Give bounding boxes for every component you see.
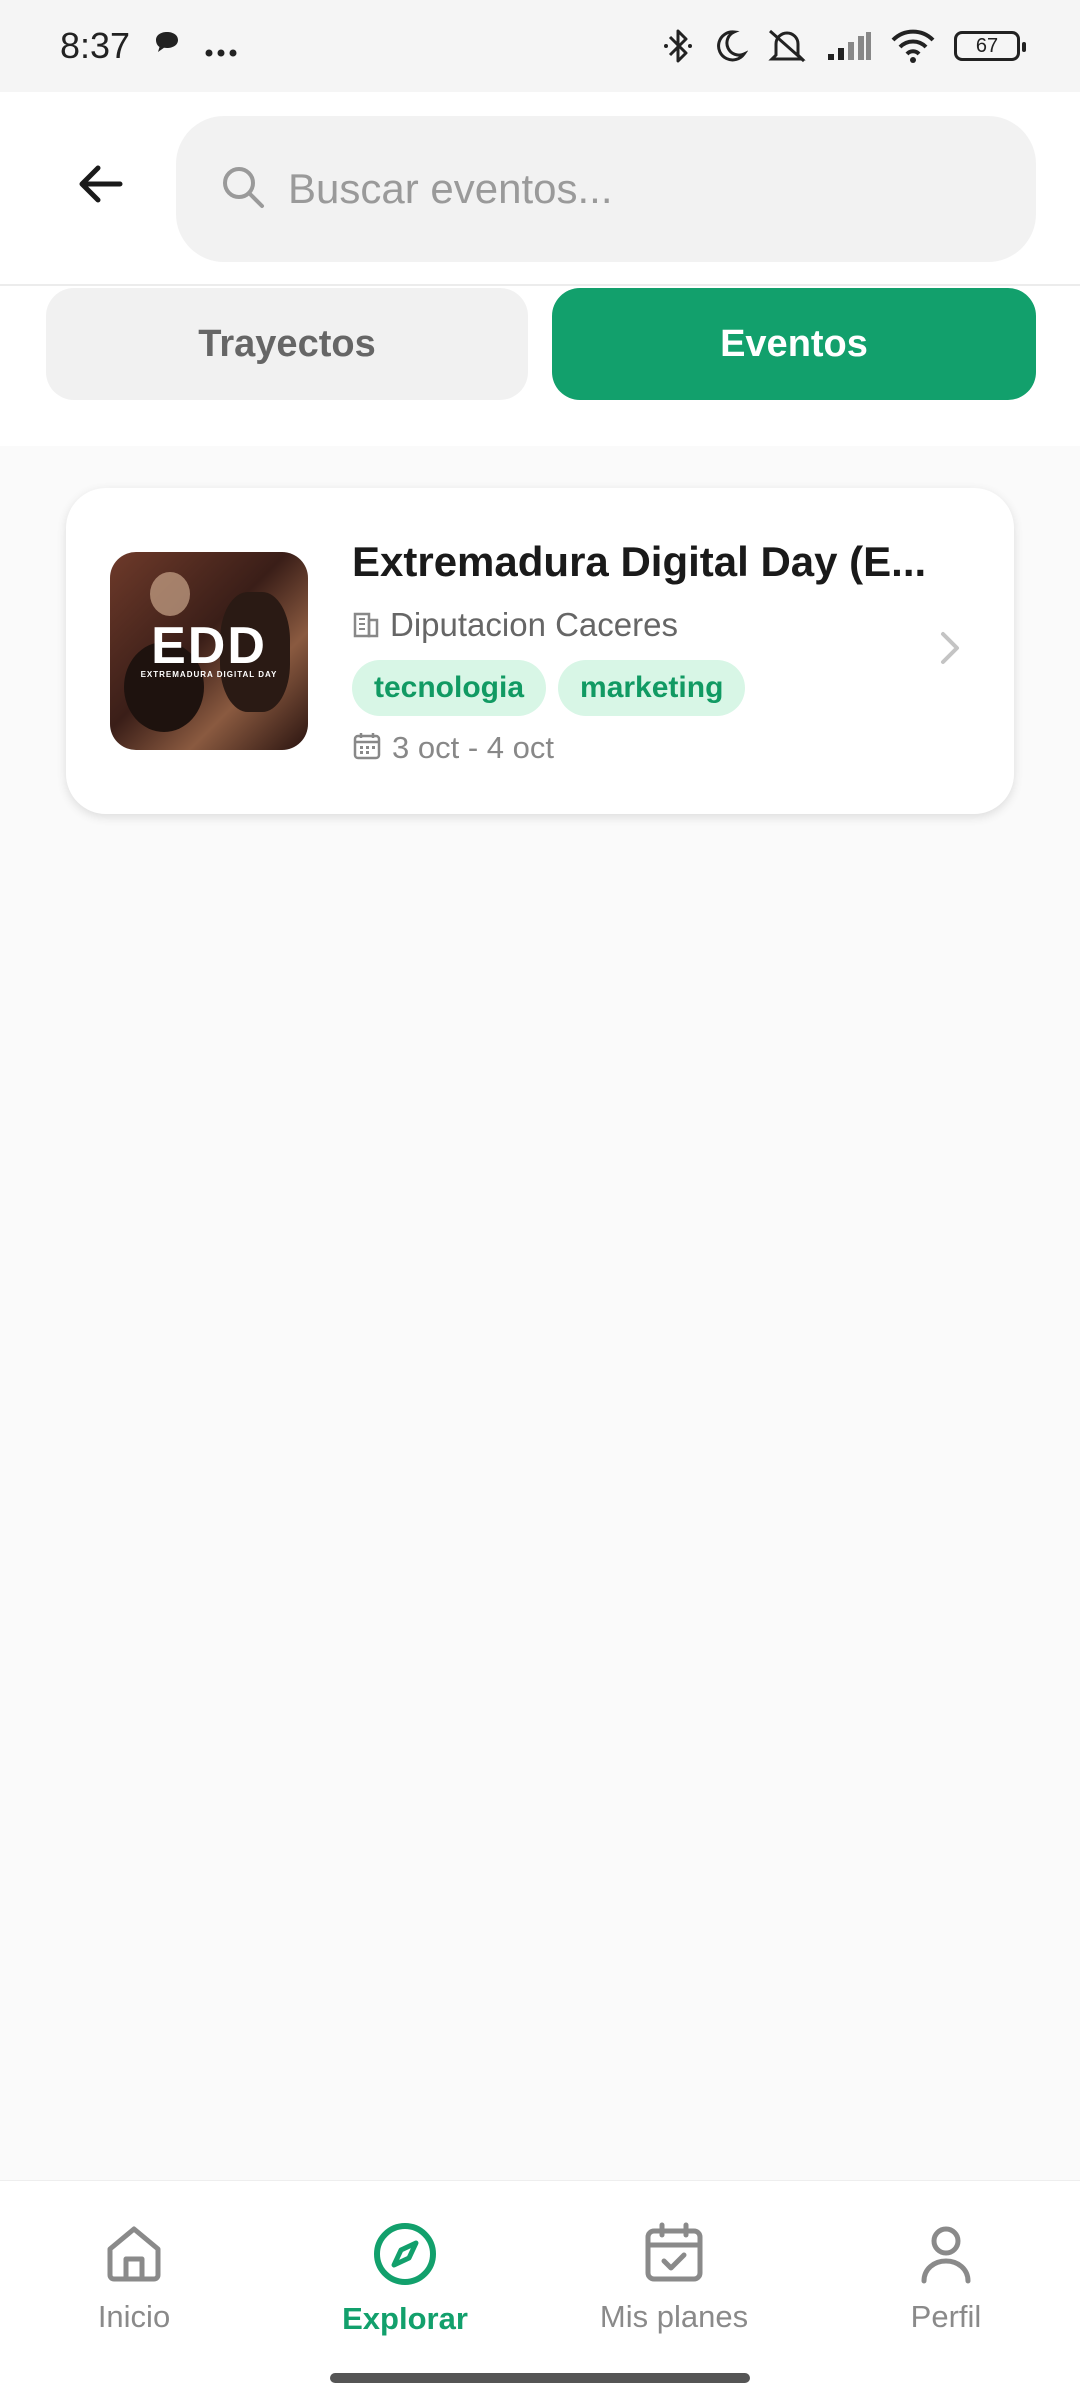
event-organizer-row: Diputacion Caceres [352, 606, 678, 644]
moon-icon [712, 28, 748, 64]
event-date: 3 oct - 4 oct [392, 730, 554, 765]
nav-label-perfil: Perfil [910, 2299, 982, 2334]
tabs-area: Trayectos Eventos [0, 286, 1080, 446]
tab-eventos[interactable]: Eventos [552, 288, 1036, 400]
status-time: 8:37 [60, 25, 131, 66]
more-dots-icon [204, 25, 238, 67]
calendar-icon [352, 731, 382, 766]
event-tag: marketing [558, 660, 746, 716]
bluetooth-icon [662, 27, 694, 65]
event-organizer: Diputacion Caceres [390, 606, 678, 643]
arrow-left-icon [79, 165, 123, 203]
mute-icon [766, 27, 808, 65]
event-tags: tecnologia marketing [352, 660, 746, 716]
status-right: 67 [662, 27, 1026, 65]
chevron-right-icon [938, 628, 962, 673]
calendar-check-icon [645, 2222, 703, 2282]
nav-label-mis-planes: Mis planes [599, 2299, 749, 2334]
event-thumbnail: EDD EXTREMADURA DIGITAL DAY [110, 552, 308, 750]
home-icon [107, 2226, 161, 2282]
user-icon [921, 2226, 971, 2284]
back-button[interactable] [60, 144, 140, 224]
event-logo-subtitle: EXTREMADURA DIGITAL DAY [140, 670, 278, 679]
event-title: Extremadura Digital Day (E... [352, 538, 927, 585]
status-bar: 8:37 67 [0, 0, 1080, 92]
bottom-nav: Inicio Explorar Mis planes Perfil [0, 2180, 1080, 2400]
nav-item-inicio[interactable]: Inicio [24, 2221, 244, 2335]
thumbnail-photo-detail [150, 572, 190, 616]
building-icon [352, 608, 380, 643]
battery-icon: 67 [954, 31, 1026, 61]
compass-icon [374, 2223, 436, 2285]
nav-label-explorar: Explorar [342, 2301, 468, 2336]
search-box[interactable] [176, 116, 1036, 262]
event-logo: EDD [151, 617, 267, 675]
battery-level: 67 [975, 34, 999, 57]
event-card[interactable]: EDD EXTREMADURA DIGITAL DAY Extremadura … [66, 488, 1014, 814]
header [0, 92, 1080, 286]
event-date-row: 3 oct - 4 oct [352, 730, 554, 766]
tab-trayectos[interactable]: Trayectos [46, 288, 528, 400]
wifi-icon [890, 28, 936, 64]
nav-item-explorar[interactable]: Explorar [295, 2221, 515, 2337]
chat-bubble-icon [152, 25, 182, 67]
nav-label-inicio: Inicio [97, 2299, 171, 2334]
events-list: EDD EXTREMADURA DIGITAL DAY Extremadura … [0, 446, 1080, 2180]
search-input[interactable] [288, 165, 1028, 213]
nav-item-mis-planes[interactable]: Mis planes [564, 2221, 784, 2335]
search-icon [220, 164, 266, 215]
status-left: 8:37 [60, 25, 238, 67]
event-tag: tecnologia [352, 660, 547, 716]
home-indicator[interactable] [330, 2373, 750, 2383]
signal-icon [826, 30, 872, 62]
nav-item-perfil[interactable]: Perfil [836, 2221, 1056, 2335]
